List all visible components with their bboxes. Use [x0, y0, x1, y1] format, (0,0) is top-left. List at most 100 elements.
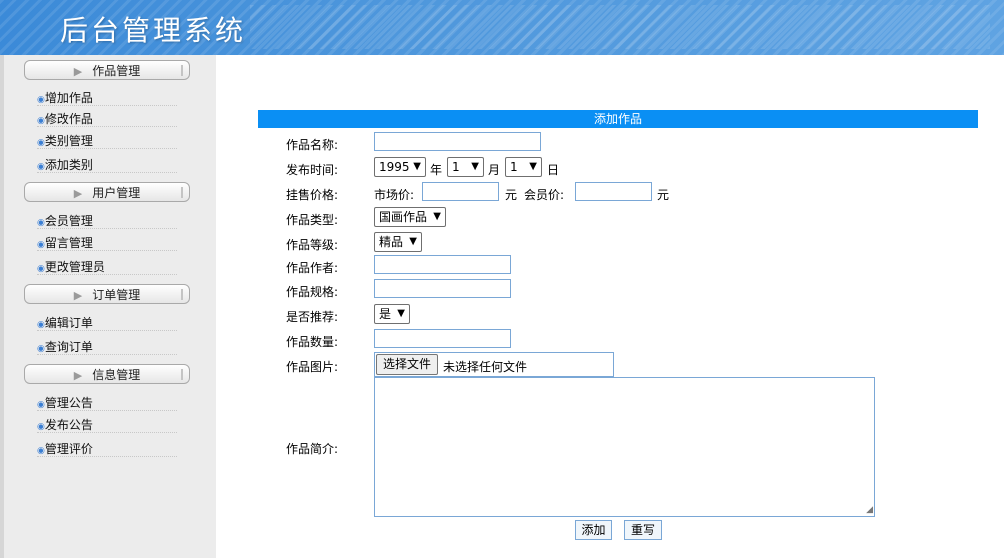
sidebar-item-members[interactable]: ◉会员管理: [37, 212, 177, 229]
sidebar-item-label: 留言管理: [44, 236, 93, 250]
group-title-label: 作品管理: [92, 64, 141, 78]
member-price-label: 会员价:: [524, 188, 565, 202]
type-label: 作品类型:: [286, 213, 339, 227]
group-handle: [181, 369, 183, 380]
sidebar-item-label: 更改管理员: [44, 260, 105, 274]
bullet-icon: ◉: [37, 446, 45, 456]
header-banner: 后台管理系统: [0, 0, 1004, 55]
sidebar-item-query-order[interactable]: ◉查询订单: [37, 338, 177, 355]
sidebar-item-label: 查询订单: [44, 340, 93, 354]
year-value: 1995: [379, 160, 410, 174]
triangle-right-icon: ▶: [73, 289, 83, 302]
member-price-input[interactable]: [575, 182, 652, 201]
month-select[interactable]: 1 ▼: [447, 157, 484, 177]
member-price-unit: 元: [657, 188, 670, 202]
triangle-right-icon: ▶: [73, 369, 83, 382]
image-file-input[interactable]: 选择文件 未选择任何文件: [374, 352, 614, 377]
bullet-icon: ◉: [37, 162, 45, 172]
quantity-input[interactable]: [374, 329, 511, 348]
bullet-icon: ◉: [37, 240, 45, 250]
recommend-select[interactable]: 是 ▼: [374, 304, 410, 324]
bullet-icon: ◉: [37, 218, 45, 228]
day-unit: 日: [547, 163, 560, 177]
grade-label: 作品等级:: [286, 238, 339, 252]
reset-button[interactable]: 重写: [624, 520, 662, 540]
header-decoration: [250, 5, 990, 49]
sidebar-edge: [0, 55, 4, 558]
sidebar-item-manage-review[interactable]: ◉管理评价: [37, 440, 177, 457]
spec-label: 作品规格:: [286, 285, 339, 299]
sidebar-item-messages[interactable]: ◉留言管理: [37, 234, 177, 251]
spec-input[interactable]: [374, 279, 511, 298]
triangle-right-icon: ▶: [73, 65, 83, 78]
recommend-value: 是: [379, 307, 392, 321]
name-input[interactable]: [374, 132, 541, 151]
sidebar-item-change-admin[interactable]: ◉更改管理员: [37, 258, 177, 275]
month-unit: 月: [488, 163, 501, 177]
sidebar-item-publish-notice[interactable]: ◉发布公告: [37, 416, 177, 433]
sidebar-item-manage-notice[interactable]: ◉管理公告: [37, 394, 177, 411]
resize-handle-icon[interactable]: ◢: [866, 505, 873, 515]
group-title-label: 信息管理: [92, 368, 141, 382]
price-label: 挂售价格:: [286, 188, 339, 202]
bullet-icon: ◉: [37, 422, 45, 432]
sidebar-item-edit-order[interactable]: ◉编辑订单: [37, 314, 177, 331]
choose-file-button[interactable]: 选择文件: [376, 354, 438, 375]
type-value: 国画作品: [379, 210, 428, 224]
submit-button[interactable]: 添加: [575, 520, 612, 540]
sidebar-item-label: 添加类别: [44, 158, 93, 172]
author-input[interactable]: [374, 255, 511, 274]
quantity-label: 作品数量:: [286, 335, 339, 349]
sidebar-item-add-work[interactable]: ◉增加作品: [37, 89, 177, 106]
type-select[interactable]: 国画作品 ▼: [374, 207, 446, 227]
chevron-down-icon: ▼: [413, 161, 421, 172]
grade-select[interactable]: 精品 ▼: [374, 232, 422, 252]
sidebar-item-label: 发布公告: [44, 418, 93, 432]
app-title: 后台管理系统: [60, 14, 247, 47]
market-price-label: 市场价:: [374, 188, 415, 202]
month-value: 1: [452, 160, 460, 174]
sidebar: [0, 55, 216, 558]
bullet-icon: ◉: [37, 116, 45, 126]
name-label: 作品名称:: [286, 138, 339, 152]
day-select[interactable]: 1 ▼: [505, 157, 542, 177]
grade-value: 精品: [379, 235, 404, 249]
sidebar-item-label: 类别管理: [44, 134, 93, 148]
image-label: 作品图片:: [286, 360, 339, 374]
sidebar-item-label: 管理公告: [44, 396, 93, 410]
sidebar-item-label: 会员管理: [44, 214, 93, 228]
intro-label: 作品简介:: [286, 442, 339, 456]
bullet-icon: ◉: [37, 264, 45, 274]
sidebar-item-category-manage[interactable]: ◉类别管理: [37, 132, 177, 149]
sidebar-item-edit-work[interactable]: ◉修改作品: [37, 110, 177, 127]
group-handle: [181, 289, 183, 300]
intro-textarea[interactable]: ◢: [374, 377, 875, 517]
sidebar-item-label: 管理评价: [44, 442, 93, 456]
sidebar-group-users[interactable]: ▶ 用户管理: [24, 182, 190, 202]
sidebar-group-works[interactable]: ▶ 作品管理: [24, 60, 190, 80]
group-handle: [181, 187, 183, 198]
sidebar-item-label: 编辑订单: [44, 316, 93, 330]
bullet-icon: ◉: [37, 138, 45, 148]
group-title-label: 用户管理: [92, 186, 141, 200]
sidebar-item-add-category[interactable]: ◉添加类别: [37, 156, 177, 173]
group-title-label: 订单管理: [92, 288, 141, 302]
chevron-down-icon: ▼: [433, 211, 441, 222]
recommend-label: 是否推荐:: [286, 310, 339, 324]
day-value: 1: [510, 160, 518, 174]
author-label: 作品作者:: [286, 261, 339, 275]
sidebar-item-label: 增加作品: [44, 91, 93, 105]
chevron-down-icon: ▼: [409, 236, 417, 247]
sidebar-group-info[interactable]: ▶ 信息管理: [24, 364, 190, 384]
group-handle: [181, 65, 183, 76]
year-select[interactable]: 1995 ▼: [374, 157, 426, 177]
market-price-unit: 元: [505, 188, 518, 202]
triangle-right-icon: ▶: [73, 187, 83, 200]
file-status: 未选择任何文件: [443, 360, 528, 374]
bullet-icon: ◉: [37, 400, 45, 410]
market-price-input[interactable]: [422, 182, 499, 201]
chevron-down-icon: ▼: [471, 161, 479, 172]
bullet-icon: ◉: [37, 95, 45, 105]
sidebar-group-orders[interactable]: ▶ 订单管理: [24, 284, 190, 304]
year-unit: 年: [430, 163, 443, 177]
